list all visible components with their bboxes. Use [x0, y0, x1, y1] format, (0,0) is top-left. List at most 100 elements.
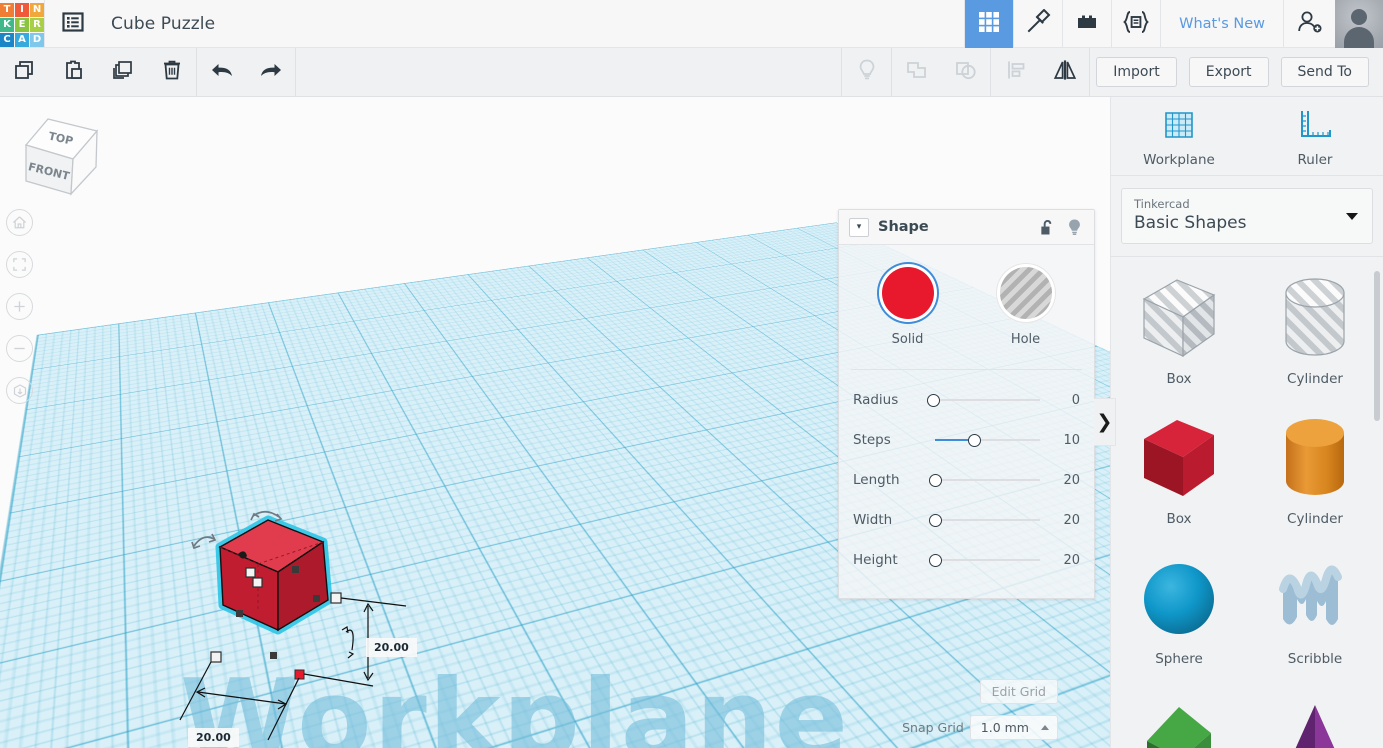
- inspector-collapse-button[interactable]: ▾: [849, 217, 869, 237]
- blocks-brick-icon: [1074, 9, 1100, 39]
- codeblocks-braces-icon: [1122, 9, 1150, 39]
- sidebar-collapse-handle[interactable]: ❯: [1094, 398, 1116, 446]
- shape-library-select[interactable]: Tinkercad Basic Shapes: [1121, 188, 1373, 244]
- logo-letter: N: [30, 2, 44, 17]
- edit-toolbar: Import Export Send To: [0, 47, 1383, 97]
- width-dimension-label[interactable]: 20.00: [366, 638, 417, 657]
- hole-swatch[interactable]: [999, 267, 1052, 319]
- zoom-in-button[interactable]: [6, 293, 33, 320]
- unlock-icon: [1041, 219, 1052, 234]
- codeblocks-braces-button[interactable]: [1111, 0, 1160, 48]
- library-scrollbar[interactable]: [1374, 271, 1380, 421]
- lock-button[interactable]: [1039, 218, 1056, 237]
- slider-knob[interactable]: [968, 433, 981, 447]
- shape-cylinder-orange[interactable]: Cylinder: [1247, 405, 1383, 545]
- export-button[interactable]: Export: [1188, 57, 1269, 87]
- pyramid-purple-icon: [1295, 705, 1335, 748]
- inspector-header: ▾ Shape: [839, 210, 1094, 245]
- param-label-length: Length: [853, 472, 900, 488]
- param-value-length[interactable]: 20: [1046, 473, 1080, 488]
- undo-button[interactable]: [197, 48, 246, 97]
- shape-scribble[interactable]: Scribble: [1247, 545, 1383, 685]
- import-button[interactable]: Import: [1096, 57, 1177, 87]
- ungroup-button[interactable]: [941, 48, 990, 97]
- tinkercad-logo[interactable]: T I N K E R C A D: [0, 0, 44, 48]
- slider-rail: [935, 479, 1040, 481]
- snap-grid-label: Snap Grid: [902, 720, 964, 735]
- view-cube[interactable]: TOP FRONT: [18, 115, 100, 203]
- zoom-in-icon: [14, 301, 25, 312]
- delete-button[interactable]: [147, 48, 196, 97]
- shape-sphere-blue[interactable]: Sphere: [1111, 545, 1247, 685]
- slider-knob[interactable]: [929, 513, 942, 527]
- align-button[interactable]: [991, 48, 1040, 97]
- shape-box-hole[interactable]: Box: [1111, 265, 1247, 405]
- paste-button[interactable]: [49, 48, 98, 97]
- hole-label: Hole: [1010, 332, 1041, 347]
- add-person-icon: [1296, 9, 1324, 39]
- sidebar-item-workplane[interactable]: Workplane: [1111, 97, 1247, 175]
- shape-box-red[interactable]: Box: [1111, 405, 1247, 545]
- mirror-button[interactable]: [1040, 48, 1089, 97]
- shape-label: Cylinder: [1287, 371, 1343, 387]
- viewport-3d[interactable]: Workplane 20.00 20.00 TOP FRONT Edit Gri…: [0, 97, 1110, 748]
- send-to-button[interactable]: Send To: [1280, 57, 1369, 87]
- selected-shape-box[interactable]: [168, 502, 438, 748]
- logo-letter: D: [30, 32, 44, 47]
- snap-grid-select[interactable]: 1.0 mm: [969, 715, 1058, 740]
- param-slider-steps[interactable]: [927, 432, 1040, 448]
- sphere-blue-icon: [1144, 564, 1214, 634]
- edit-grid-button[interactable]: Edit Grid: [979, 679, 1058, 704]
- blocks-brick-button[interactable]: [1062, 0, 1111, 48]
- param-slider-height[interactable]: [927, 552, 1040, 568]
- slider-knob[interactable]: [929, 553, 942, 567]
- ortho-perspective-button[interactable]: [6, 377, 33, 404]
- divider: [1089, 47, 1091, 97]
- zoom-out-button[interactable]: [6, 335, 33, 362]
- scribble-icon: [1279, 565, 1342, 625]
- designs-grid-button[interactable]: [964, 0, 1014, 48]
- param-label-steps: Steps: [853, 432, 891, 448]
- add-user-button[interactable]: [1283, 0, 1335, 48]
- lightbulb-button[interactable]: [842, 48, 891, 97]
- hole-option[interactable]: Hole: [987, 267, 1065, 347]
- param-value-height[interactable]: 20: [1046, 553, 1080, 568]
- length-dimension-label[interactable]: 20.00: [188, 728, 239, 747]
- highlight-button[interactable]: [1065, 217, 1084, 238]
- param-slider-length[interactable]: [927, 472, 1040, 488]
- fit-to-view-button[interactable]: [6, 251, 33, 278]
- param-row-height: Height 20: [853, 540, 1080, 580]
- shape-row: Sphere Scribble: [1111, 545, 1383, 685]
- param-slider-width[interactable]: [927, 512, 1040, 528]
- cylinder-striped-icon: [1285, 278, 1345, 356]
- slider-knob[interactable]: [927, 393, 940, 407]
- shape-cylinder-hole[interactable]: Cylinder: [1247, 265, 1383, 405]
- copy-button[interactable]: [0, 48, 49, 97]
- param-value-width[interactable]: 20: [1046, 513, 1080, 528]
- shape-roof-green[interactable]: [1111, 685, 1247, 748]
- redo-button[interactable]: [246, 48, 295, 97]
- duplicate-icon: [111, 58, 135, 86]
- avatar[interactable]: [1335, 0, 1383, 48]
- solid-option[interactable]: Solid: [869, 267, 947, 347]
- whats-new-link[interactable]: What's New: [1160, 0, 1283, 48]
- shape-pyramid-purple[interactable]: [1247, 685, 1383, 748]
- duplicate-button[interactable]: [98, 48, 147, 97]
- copy-icon: [13, 58, 37, 86]
- codeblocks-hammer-icon: [1025, 8, 1051, 39]
- param-value-steps[interactable]: 10: [1046, 433, 1080, 448]
- shape-row: Box Cylinder: [1111, 405, 1383, 545]
- sidebar-item-ruler[interactable]: Ruler: [1247, 97, 1383, 175]
- codeblocks-hammer-button[interactable]: [1013, 0, 1062, 48]
- group-button[interactable]: [892, 48, 941, 97]
- param-label-width: Width: [853, 512, 893, 528]
- workplane-grid-icon: [1161, 108, 1197, 146]
- shape-library-grid[interactable]: Box Cylinder Box Cylinder Sphere Scribbl…: [1111, 257, 1383, 748]
- solid-color-swatch[interactable]: [881, 267, 934, 319]
- slider-knob[interactable]: [929, 473, 942, 487]
- project-list-button[interactable]: [45, 0, 101, 48]
- home-view-button[interactable]: [6, 209, 33, 236]
- param-slider-radius[interactable]: [927, 392, 1040, 408]
- param-value-radius[interactable]: 0: [1046, 393, 1080, 408]
- page-title[interactable]: Cube Puzzle: [101, 14, 215, 34]
